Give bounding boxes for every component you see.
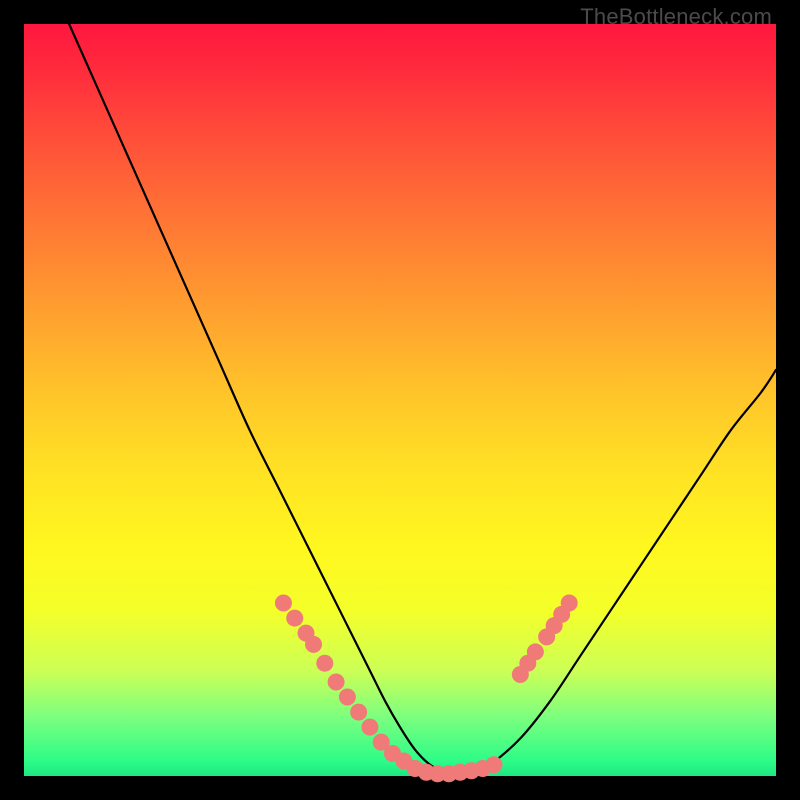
curve-marker bbox=[316, 655, 333, 672]
bottleneck-curve-line bbox=[69, 24, 776, 774]
curve-marker bbox=[350, 704, 367, 721]
chart-frame bbox=[24, 24, 776, 776]
curve-marker bbox=[486, 756, 503, 773]
curve-marker bbox=[561, 595, 578, 612]
chart-svg bbox=[24, 24, 776, 776]
curve-marker bbox=[361, 719, 378, 736]
curve-markers-group bbox=[275, 595, 578, 783]
curve-marker bbox=[275, 595, 292, 612]
curve-marker bbox=[328, 674, 345, 691]
curve-marker bbox=[527, 643, 544, 660]
curve-marker bbox=[286, 610, 303, 627]
curve-marker bbox=[305, 636, 322, 653]
curve-marker bbox=[339, 689, 356, 706]
